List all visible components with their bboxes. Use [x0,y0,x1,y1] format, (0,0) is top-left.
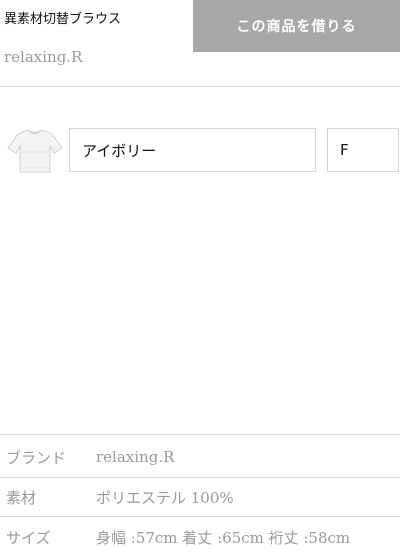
product-brand: relaxing.R [4,48,83,66]
header-divider [0,86,400,87]
spec-key: ブランド [6,448,67,467]
rent-button[interactable]: この商品を借りる [193,0,400,52]
size-select[interactable]: F [327,128,399,172]
spec-row-size: サイズ 身幅 :57cm 着丈 :65cm 裄丈 :58cm [0,517,400,557]
spec-divider-top [0,434,400,435]
product-title: 異素材切替ブラウス [4,12,122,27]
color-select[interactable]: アイボリー [69,128,316,172]
spec-key: サイズ [6,528,51,547]
spec-value: relaxing.R [96,448,175,466]
blouse-thumbnail-icon[interactable] [4,126,66,176]
spec-value: 身幅 :57cm 着丈 :65cm 裄丈 :58cm [96,528,351,547]
spec-key: 素材 [6,488,37,507]
spec-row-brand: ブランド relaxing.R [0,437,400,477]
spec-row-material: 素材 ポリエステル 100% [0,477,400,517]
spec-value: ポリエステル 100% [96,488,234,507]
